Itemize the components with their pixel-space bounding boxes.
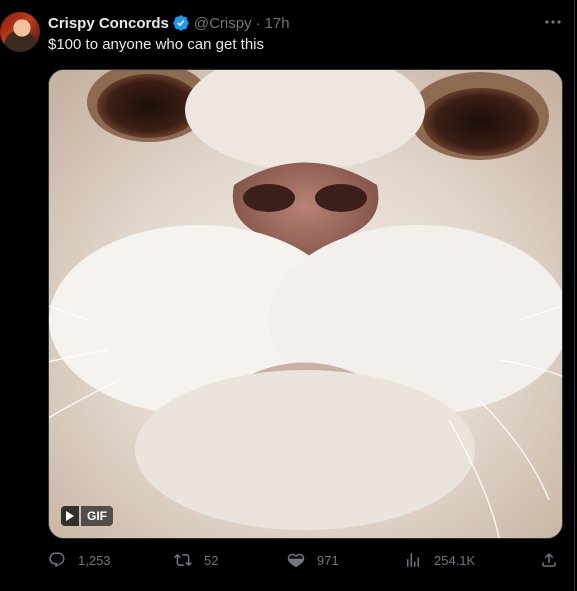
like-button[interactable]: 971	[287, 549, 339, 571]
handle[interactable]: @Crispy	[194, 15, 252, 32]
gif-label: GIF	[81, 506, 113, 526]
action-bar: 1,253 52 971 254.1K	[48, 549, 561, 571]
gif-badge: GIF	[61, 506, 113, 526]
retweet-button[interactable]: 52	[174, 549, 218, 571]
views-icon	[407, 553, 419, 567]
tweet[interactable]: Crispy Concords @Crispy · 17h $100 to an…	[0, 0, 577, 591]
retweet-icon	[174, 553, 192, 567]
timestamp[interactable]: 17h	[265, 15, 290, 32]
views-count: 254.1K	[434, 552, 476, 568]
more-button[interactable]	[543, 14, 563, 30]
display-name[interactable]: Crispy Concords	[48, 15, 169, 32]
media-gif[interactable]: GIF	[48, 69, 563, 539]
verified-icon[interactable]	[172, 14, 190, 32]
views-button[interactable]: 254.1K	[404, 549, 475, 571]
like-icon	[287, 553, 305, 568]
like-count: 971	[317, 552, 339, 568]
reply-button[interactable]: 1,253	[48, 549, 111, 571]
share-button[interactable]	[540, 549, 558, 571]
more-icon	[545, 20, 561, 24]
column-border	[574, 0, 575, 591]
separator-dot: ·	[255, 14, 261, 32]
tweet-header: Crispy Concords @Crispy · 17h	[48, 12, 557, 34]
reply-count: 1,253	[78, 552, 111, 568]
avatar[interactable]	[0, 12, 40, 52]
tweet-text: $100 to anyone who can get this	[48, 36, 264, 53]
play-icon[interactable]	[61, 506, 79, 526]
share-icon	[542, 552, 556, 567]
retweet-count: 52	[204, 552, 219, 568]
reply-icon	[49, 552, 65, 568]
